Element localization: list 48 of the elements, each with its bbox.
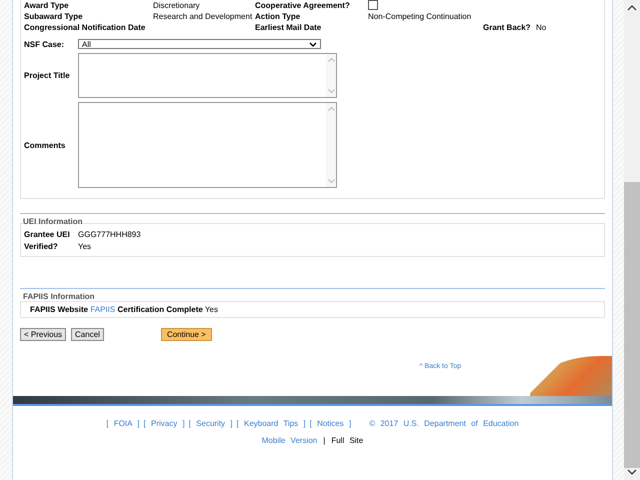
nav-button[interactable]: < Previous (20, 328, 66, 341)
nav-button[interactable]: Cancel (71, 328, 104, 341)
field-label: NSF Case: (24, 40, 66, 48)
field-value: Discretionary (153, 0, 201, 10)
copyright-text: © 2017 U.S. Department of Education (369, 419, 519, 428)
text-area[interactable] (78, 53, 337, 98)
chevron-down-icon (309, 42, 317, 46)
field-label: Cooperative Agreement? (255, 0, 351, 10)
scrollbar-thumb[interactable] (624, 182, 640, 468)
separator-text: | (323, 436, 326, 445)
field-value: Research and Development (153, 12, 254, 21)
field-label: Subaward Type (24, 12, 84, 21)
field-label: Award Type (24, 0, 70, 10)
section-legend: FAPIIS Information (23, 292, 605, 301)
field-value: Yes (204, 305, 218, 314)
nsf-case-dropdown[interactable]: All (78, 39, 321, 49)
field-label: Certification Complete (117, 305, 203, 314)
field-label: FAPIIS Website (30, 305, 88, 314)
footer-link[interactable]: [ Privacy ] (144, 419, 185, 428)
field-label: Earliest Mail Date (255, 23, 322, 32)
scroll-down-icon[interactable] (627, 468, 637, 476)
field-label: Action Type (255, 12, 302, 21)
field-label: Congressional Notification Date (24, 23, 146, 32)
scroll-up-icon (328, 58, 334, 62)
footer-link[interactable]: [ FOIA ] (106, 419, 140, 428)
scroll-down-icon (328, 89, 334, 93)
field-label: Comments (24, 140, 66, 150)
scroll-down-icon (328, 179, 334, 183)
text-area[interactable] (78, 102, 337, 188)
section-legend: UEI Information (23, 217, 605, 226)
field-value: GGG777HHH893 (78, 230, 141, 239)
footer-link[interactable]: [ Keyboard Tips ] (236, 419, 306, 428)
field-label: Project Title (24, 71, 71, 80)
footer-link[interactable]: [ Notices ] (310, 419, 352, 428)
full-site-text: Full Site (331, 436, 364, 445)
mobile-version-link[interactable]: Mobile Version (262, 436, 318, 445)
footer-link[interactable]: [ Security ] (188, 419, 233, 428)
checkbox[interactable] (368, 0, 378, 10)
field-label: Grant Back? (483, 23, 532, 32)
field-value: Non-Competing Continuation (368, 12, 472, 21)
field-value: Yes (78, 242, 92, 251)
scroll-up-icon (328, 107, 334, 111)
scroll-up-icon[interactable] (627, 4, 637, 12)
field-label: Verified? (24, 242, 59, 251)
field-label: Grantee UEI (24, 230, 70, 239)
field-value: No (536, 23, 548, 32)
continue-button[interactable]: Continue > (160, 328, 212, 341)
fapiis-link[interactable]: FAPIIS (90, 305, 116, 314)
